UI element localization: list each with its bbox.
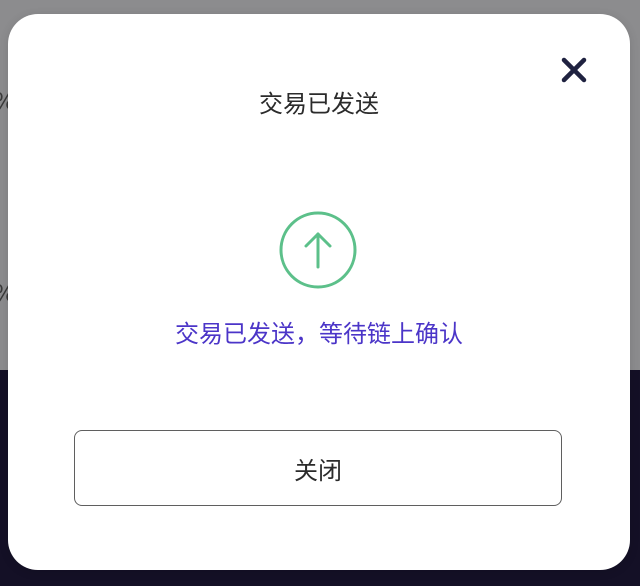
- arrow-up-circle-icon: [278, 210, 358, 290]
- close-button[interactable]: 关闭: [74, 430, 562, 506]
- status-message: 交易已发送，等待链上确认: [175, 320, 463, 348]
- close-icon[interactable]: [561, 57, 587, 83]
- transaction-modal: 交易已发送 交易已发送，等待链上确认 关闭: [8, 14, 630, 570]
- close-icon-button[interactable]: [558, 54, 590, 86]
- modal-title: 交易已发送: [259, 90, 379, 118]
